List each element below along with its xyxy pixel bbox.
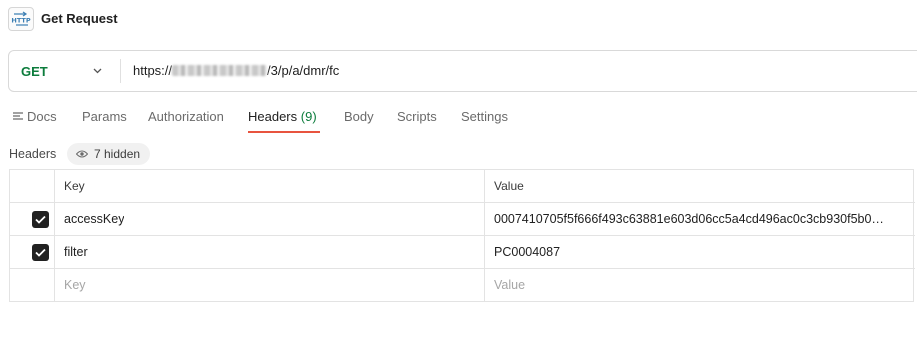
tab-params[interactable]: Params bbox=[82, 109, 127, 124]
table-row: filter PC0004087 bbox=[10, 236, 915, 269]
request-titlebar: HTTP Get Request bbox=[0, 0, 917, 38]
table-row-new: Key Value bbox=[10, 269, 915, 302]
header-enabled-checkbox[interactable] bbox=[32, 211, 49, 228]
url-suffix: /3/p/a/dmr/fc bbox=[267, 63, 340, 78]
hidden-headers-label: 7 hidden bbox=[94, 147, 141, 161]
table-row: accessKey 0007410705f5f666f493c63881e603… bbox=[10, 203, 915, 236]
tab-headers-label: Headers bbox=[248, 109, 298, 124]
eye-icon bbox=[76, 150, 88, 158]
url-divider bbox=[120, 59, 121, 83]
header-key: accessKey bbox=[64, 212, 125, 226]
header-check-cell bbox=[10, 170, 55, 203]
new-key-placeholder: Key bbox=[64, 278, 86, 292]
check-icon bbox=[35, 215, 46, 224]
tab-docs[interactable]: Docs bbox=[13, 109, 57, 124]
tab-body-label: Body bbox=[344, 109, 374, 124]
tab-headers-count: (9) bbox=[300, 109, 317, 124]
check-icon bbox=[35, 248, 46, 257]
http-request-icon: HTTP bbox=[8, 7, 34, 31]
request-tabs: Docs Params Authorization Headers (9) Bo… bbox=[0, 100, 917, 134]
key-column-header: Key bbox=[55, 170, 485, 203]
svg-text:HTTP: HTTP bbox=[11, 17, 30, 25]
header-enabled-checkbox[interactable] bbox=[32, 244, 49, 261]
url-input[interactable]: https:// /3/p/a/dmr/fc bbox=[133, 63, 339, 78]
method-select[interactable]: GET bbox=[9, 51, 120, 91]
chevron-down-icon bbox=[93, 68, 102, 74]
request-title[interactable]: Get Request bbox=[41, 11, 118, 26]
value-column-label: Value bbox=[494, 179, 524, 193]
tab-body[interactable]: Body bbox=[344, 109, 374, 124]
row-check-cell bbox=[10, 269, 55, 302]
new-value-cell[interactable]: Value bbox=[485, 269, 914, 302]
value-column-header: Value bbox=[485, 170, 914, 203]
url-prefix: https:// bbox=[133, 63, 173, 78]
key-cell[interactable]: filter bbox=[55, 236, 485, 269]
docs-icon bbox=[13, 112, 24, 122]
tab-scripts-label: Scripts bbox=[397, 109, 437, 124]
tab-scripts[interactable]: Scripts bbox=[397, 109, 437, 124]
new-value-placeholder: Value bbox=[494, 278, 526, 292]
tab-params-label: Params bbox=[82, 109, 127, 124]
value-cell[interactable]: 0007410705f5f666f493c63881e603d06cc5a4cd… bbox=[485, 203, 914, 236]
headers-table: Key Value accessKey 0007410705f5f666f493… bbox=[9, 169, 915, 302]
tab-authorization[interactable]: Authorization bbox=[148, 109, 224, 124]
headers-section-label: Headers bbox=[9, 147, 57, 161]
key-cell[interactable]: accessKey bbox=[55, 203, 485, 236]
tab-settings-label: Settings bbox=[461, 109, 508, 124]
method-label: GET bbox=[21, 63, 48, 79]
new-key-cell[interactable]: Key bbox=[55, 269, 485, 302]
row-check-cell bbox=[10, 203, 55, 236]
header-key: filter bbox=[64, 245, 88, 259]
hidden-headers-toggle[interactable]: 7 hidden bbox=[67, 143, 150, 165]
value-cell[interactable]: PC0004087 bbox=[485, 236, 914, 269]
tab-authorization-label: Authorization bbox=[148, 109, 224, 124]
tab-headers[interactable]: Headers (9) bbox=[248, 109, 317, 124]
tab-settings[interactable]: Settings bbox=[461, 109, 508, 124]
header-value: 0007410705f5f666f493c63881e603d06cc5a4cd… bbox=[494, 212, 884, 226]
header-value: PC0004087 bbox=[494, 245, 561, 259]
table-header-row: Key Value bbox=[10, 170, 915, 203]
row-check-cell bbox=[10, 236, 55, 269]
active-tab-indicator bbox=[248, 131, 320, 133]
url-bar: GET https:// /3/p/a/dmr/fc bbox=[8, 50, 917, 92]
redacted-host bbox=[172, 65, 268, 76]
key-column-label: Key bbox=[64, 179, 85, 193]
tab-docs-label: Docs bbox=[27, 109, 57, 124]
